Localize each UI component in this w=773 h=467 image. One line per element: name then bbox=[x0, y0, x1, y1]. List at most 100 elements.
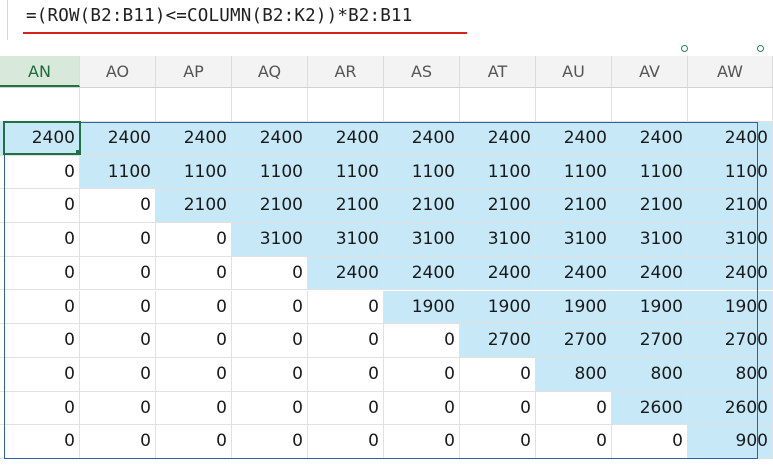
table-cell[interactable]: 2400 bbox=[536, 122, 612, 156]
table-cell[interactable]: 0 bbox=[0, 357, 80, 392]
table-cell[interactable]: 0 bbox=[80, 391, 156, 426]
table-cell[interactable]: 2100 bbox=[612, 189, 688, 224]
table-cell[interactable]: 1100 bbox=[612, 155, 688, 190]
table-cell[interactable]: 1100 bbox=[460, 155, 536, 190]
empty-cell[interactable] bbox=[536, 88, 612, 122]
table-cell[interactable]: 2700 bbox=[536, 324, 612, 358]
table-cell[interactable]: 0 bbox=[308, 290, 384, 325]
table-cell[interactable]: 0 bbox=[156, 425, 232, 459]
table-cell[interactable]: 2100 bbox=[156, 189, 232, 224]
table-cell[interactable]: 2400 bbox=[156, 122, 232, 156]
table-cell[interactable]: 0 bbox=[308, 391, 384, 426]
empty-cell[interactable] bbox=[0, 88, 80, 122]
table-cell[interactable]: 2400 bbox=[308, 256, 384, 291]
table-cell[interactable]: 0 bbox=[80, 223, 156, 257]
empty-cell[interactable] bbox=[308, 88, 384, 122]
table-cell[interactable]: 2100 bbox=[536, 189, 612, 224]
table-cell[interactable]: 0 bbox=[156, 256, 232, 291]
table-cell[interactable]: 0 bbox=[612, 425, 688, 459]
fill-handle[interactable] bbox=[76, 150, 81, 155]
table-cell[interactable]: 2400 bbox=[536, 256, 612, 291]
column-header-aq[interactable]: AQ bbox=[232, 56, 308, 87]
table-cell[interactable]: 2400 bbox=[688, 122, 773, 156]
table-cell[interactable]: 2700 bbox=[612, 324, 688, 358]
table-cell[interactable]: 0 bbox=[80, 189, 156, 224]
table-cell[interactable]: 0 bbox=[384, 357, 460, 392]
table-cell[interactable]: 3100 bbox=[612, 223, 688, 257]
table-cell[interactable]: 800 bbox=[612, 357, 688, 392]
table-cell[interactable]: 1900 bbox=[384, 290, 460, 325]
table-cell[interactable]: 2400 bbox=[688, 256, 773, 291]
table-cell[interactable]: 2400 bbox=[460, 122, 536, 156]
table-cell[interactable]: 2400 bbox=[308, 122, 384, 156]
table-cell[interactable]: 3100 bbox=[232, 223, 308, 257]
table-cell[interactable]: 1100 bbox=[232, 155, 308, 190]
column-header-ap[interactable]: AP bbox=[156, 56, 232, 87]
table-cell[interactable]: 0 bbox=[0, 256, 80, 291]
table-cell[interactable]: 0 bbox=[156, 391, 232, 426]
table-cell[interactable]: 0 bbox=[0, 189, 80, 224]
table-cell[interactable]: 3100 bbox=[308, 223, 384, 257]
column-header-ar[interactable]: AR bbox=[308, 56, 384, 87]
table-cell[interactable]: 2700 bbox=[688, 324, 773, 358]
spreadsheet-grid[interactable]: AN AO AP AQ AR AS AT AU AV AW 2400 2400 2400 2400 240… bbox=[0, 56, 773, 467]
empty-cell[interactable] bbox=[232, 88, 308, 122]
table-cell[interactable]: 0 bbox=[156, 223, 232, 257]
table-cell[interactable]: 0 bbox=[308, 324, 384, 358]
table-cell[interactable]: 0 bbox=[232, 391, 308, 426]
table-cell[interactable]: 1100 bbox=[308, 155, 384, 190]
formula-bar[interactable]: =(ROW(B2:B11)<=COLUMN(B2:K2))*B2:B11 bbox=[0, 0, 773, 40]
empty-cell[interactable] bbox=[688, 88, 773, 122]
column-header-as[interactable]: AS bbox=[384, 56, 460, 87]
table-cell[interactable]: 0 bbox=[460, 425, 536, 459]
table-cell[interactable]: 0 bbox=[232, 425, 308, 459]
table-cell[interactable]: 1100 bbox=[688, 155, 773, 190]
table-cell[interactable]: 1100 bbox=[156, 155, 232, 190]
table-cell[interactable]: 2400 bbox=[612, 122, 688, 156]
table-cell[interactable]: 2700 bbox=[460, 324, 536, 358]
table-cell[interactable]: 0 bbox=[384, 425, 460, 459]
empty-cell[interactable] bbox=[612, 88, 688, 122]
column-header-ao[interactable]: AO bbox=[80, 56, 156, 87]
table-cell[interactable]: 0 bbox=[156, 324, 232, 358]
table-cell[interactable]: 3100 bbox=[384, 223, 460, 257]
table-cell[interactable]: 1900 bbox=[536, 290, 612, 325]
column-header-at[interactable]: AT bbox=[460, 56, 536, 87]
table-cell[interactable]: 2100 bbox=[384, 189, 460, 224]
table-cell[interactable]: 1900 bbox=[460, 290, 536, 325]
table-cell[interactable]: 2400 bbox=[384, 122, 460, 156]
table-cell[interactable]: 2400 bbox=[384, 256, 460, 291]
table-cell[interactable]: 0 bbox=[232, 324, 308, 358]
table-cell[interactable]: 2400 bbox=[460, 256, 536, 291]
empty-cell[interactable] bbox=[156, 88, 232, 122]
table-cell[interactable]: 3100 bbox=[460, 223, 536, 257]
column-header-aw[interactable]: AW bbox=[688, 56, 773, 87]
table-cell[interactable]: 2100 bbox=[308, 189, 384, 224]
table-cell[interactable]: 0 bbox=[0, 223, 80, 257]
table-cell[interactable]: 0 bbox=[384, 391, 460, 426]
empty-cell[interactable] bbox=[460, 88, 536, 122]
table-cell[interactable]: 3100 bbox=[688, 223, 773, 257]
table-cell[interactable]: 0 bbox=[80, 357, 156, 392]
table-cell[interactable]: 2400 bbox=[80, 122, 156, 156]
table-cell[interactable]: 0 bbox=[460, 391, 536, 426]
table-cell[interactable]: 0 bbox=[80, 425, 156, 459]
table-cell[interactable]: 2400 bbox=[232, 122, 308, 156]
table-cell[interactable]: 1100 bbox=[536, 155, 612, 190]
table-cell[interactable]: 0 bbox=[80, 324, 156, 358]
formula-text[interactable]: =(ROW(B2:B11)<=COLUMN(B2:K2))*B2:B11 bbox=[26, 6, 413, 26]
table-cell[interactable]: 1900 bbox=[612, 290, 688, 325]
table-cell[interactable]: 800 bbox=[688, 357, 773, 392]
table-cell[interactable]: 0 bbox=[0, 324, 80, 358]
table-cell[interactable]: 2100 bbox=[460, 189, 536, 224]
table-cell[interactable]: 0 bbox=[232, 357, 308, 392]
table-cell[interactable]: 0 bbox=[308, 425, 384, 459]
resize-handle-icon[interactable] bbox=[681, 45, 688, 52]
table-cell[interactable]: 2400 bbox=[0, 122, 80, 156]
table-cell[interactable]: 0 bbox=[0, 391, 80, 426]
table-cell[interactable]: 0 bbox=[0, 425, 80, 459]
table-cell[interactable]: 1900 bbox=[688, 290, 773, 325]
table-cell[interactable]: 2100 bbox=[232, 189, 308, 224]
column-header-av[interactable]: AV bbox=[612, 56, 688, 87]
table-cell[interactable]: 800 bbox=[536, 357, 612, 392]
